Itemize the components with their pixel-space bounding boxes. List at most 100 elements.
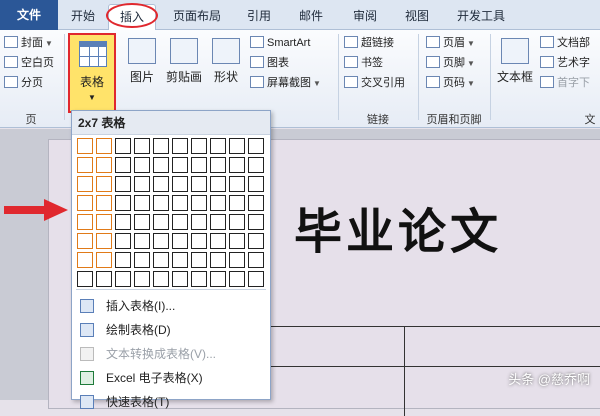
grid-cell[interactable] — [172, 233, 188, 249]
grid-cell[interactable] — [77, 214, 93, 230]
excel-spreadsheet-menu-item[interactable]: Excel 电子表格(X) — [76, 367, 268, 389]
grid-cell[interactable] — [153, 214, 169, 230]
grid-cell[interactable] — [115, 138, 131, 154]
quick-parts-button[interactable]: 文档部 — [540, 34, 590, 52]
grid-cell[interactable] — [248, 157, 264, 173]
grid-cell[interactable] — [96, 252, 112, 268]
grid-cell[interactable] — [96, 195, 112, 211]
grid-cell[interactable] — [229, 176, 245, 192]
grid-cell[interactable] — [77, 271, 93, 287]
grid-cell[interactable] — [172, 214, 188, 230]
grid-cell[interactable] — [115, 214, 131, 230]
grid-cell[interactable] — [172, 138, 188, 154]
textbox-button[interactable]: 文本框 — [494, 32, 536, 85]
drop-cap-button[interactable]: 首字下 — [540, 74, 590, 92]
insert-table-menu-item[interactable]: 插入表格(I)... — [76, 295, 268, 317]
grid-cell[interactable] — [191, 214, 207, 230]
grid-cell[interactable] — [229, 233, 245, 249]
grid-cell[interactable] — [229, 271, 245, 287]
hyperlink-button[interactable]: 超链接 — [344, 34, 394, 52]
grid-cell[interactable] — [172, 157, 188, 173]
tab-page-layout[interactable]: 页面布局 — [164, 4, 230, 28]
grid-cell[interactable] — [153, 176, 169, 192]
grid-cell[interactable] — [210, 214, 226, 230]
grid-cell[interactable] — [210, 271, 226, 287]
grid-cell[interactable] — [134, 138, 150, 154]
grid-cell[interactable] — [134, 233, 150, 249]
grid-cell[interactable] — [153, 138, 169, 154]
quick-tables-menu-item[interactable]: 快速表格(T) — [76, 391, 268, 413]
grid-cell[interactable] — [248, 271, 264, 287]
grid-cell[interactable] — [248, 233, 264, 249]
grid-cell[interactable] — [191, 195, 207, 211]
grid-cell[interactable] — [96, 214, 112, 230]
grid-cell[interactable] — [115, 157, 131, 173]
shapes-button[interactable]: 形状 — [208, 32, 244, 85]
grid-cell[interactable] — [96, 233, 112, 249]
tab-file[interactable]: 文件 — [0, 0, 58, 30]
grid-cell[interactable] — [229, 214, 245, 230]
grid-cell[interactable] — [191, 233, 207, 249]
cross-reference-button[interactable]: 交叉引用 — [344, 74, 405, 92]
convert-text-to-table-menu-item[interactable]: 文本转换成表格(V)... — [76, 343, 268, 365]
page-break-button[interactable]: 分页 — [4, 74, 43, 92]
clipart-button[interactable]: 剪贴画 — [164, 32, 204, 85]
grid-cell[interactable] — [172, 176, 188, 192]
grid-cell[interactable] — [229, 157, 245, 173]
grid-cell[interactable] — [172, 271, 188, 287]
wordart-button[interactable]: 艺术字 — [540, 54, 590, 72]
grid-cell[interactable] — [115, 233, 131, 249]
grid-cell[interactable] — [172, 195, 188, 211]
grid-cell[interactable] — [115, 176, 131, 192]
blank-page-button[interactable]: 空白页 — [4, 54, 54, 72]
grid-cell[interactable] — [210, 195, 226, 211]
cover-page-button[interactable]: 封面 ▼ — [4, 34, 53, 52]
screenshot-button[interactable]: 屏幕截图 ▼ — [250, 74, 321, 92]
draw-table-menu-item[interactable]: 绘制表格(D) — [76, 319, 268, 341]
picture-button[interactable]: 图片 — [124, 32, 160, 85]
tab-references[interactable]: 引用 — [238, 4, 280, 28]
grid-cell[interactable] — [77, 138, 93, 154]
grid-cell[interactable] — [77, 157, 93, 173]
grid-cell[interactable] — [210, 252, 226, 268]
chart-button[interactable]: 图表 — [250, 54, 289, 72]
grid-cell[interactable] — [153, 271, 169, 287]
tab-view[interactable]: 视图 — [396, 4, 438, 28]
grid-cell[interactable] — [248, 214, 264, 230]
grid-cell[interactable] — [96, 138, 112, 154]
grid-cell[interactable] — [77, 252, 93, 268]
grid-cell[interactable] — [134, 271, 150, 287]
grid-cell[interactable] — [134, 157, 150, 173]
grid-cell[interactable] — [77, 233, 93, 249]
smartart-button[interactable]: SmartArt — [250, 34, 310, 52]
grid-cell[interactable] — [210, 138, 226, 154]
grid-cell[interactable] — [134, 214, 150, 230]
grid-cell[interactable] — [96, 157, 112, 173]
grid-cell[interactable] — [229, 138, 245, 154]
grid-cell[interactable] — [210, 176, 226, 192]
grid-cell[interactable] — [115, 271, 131, 287]
tab-home[interactable]: 开始 — [62, 4, 104, 28]
grid-cell[interactable] — [191, 138, 207, 154]
tab-developer[interactable]: 开发工具 — [448, 4, 514, 28]
grid-cell[interactable] — [115, 195, 131, 211]
page-number-button[interactable]: 页码 ▼ — [426, 74, 475, 92]
grid-cell[interactable] — [77, 176, 93, 192]
grid-cell[interactable] — [248, 195, 264, 211]
bookmark-button[interactable]: 书签 — [344, 54, 383, 72]
grid-cell[interactable] — [191, 157, 207, 173]
grid-cell[interactable] — [210, 157, 226, 173]
grid-cell[interactable] — [134, 195, 150, 211]
grid-cell[interactable] — [229, 195, 245, 211]
grid-cell[interactable] — [191, 252, 207, 268]
grid-cell[interactable] — [210, 233, 226, 249]
tab-mailings[interactable]: 邮件 — [290, 4, 332, 28]
grid-cell[interactable] — [153, 157, 169, 173]
grid-cell[interactable] — [191, 271, 207, 287]
footer-button[interactable]: 页脚 ▼ — [426, 54, 475, 72]
grid-cell[interactable] — [172, 252, 188, 268]
grid-cell[interactable] — [248, 138, 264, 154]
grid-cell[interactable] — [77, 195, 93, 211]
grid-cell[interactable] — [153, 252, 169, 268]
table-button[interactable]: 表格 ▼ — [68, 33, 116, 113]
